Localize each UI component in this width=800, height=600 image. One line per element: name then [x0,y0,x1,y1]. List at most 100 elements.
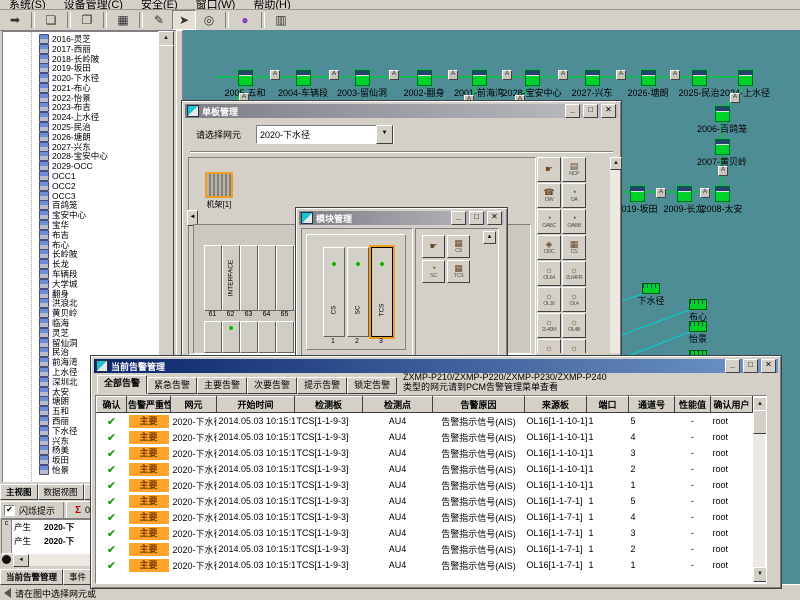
scroll-up-icon[interactable]: ▲ [610,157,622,170]
tree-item[interactable]: 宝安中心 [5,210,159,220]
tree-item[interactable]: 黄贝岭 [5,308,159,318]
new-document-icon[interactable]: ❏ [40,11,62,29]
module-palette-SC-button[interactable]: ◔SC [422,260,445,283]
tree-item[interactable]: 临海 [5,318,159,328]
alarm-row[interactable]: ✔主要2020-下水径2014.05.03 10:15:11TCS[1-1-9-… [97,413,753,430]
menu-item[interactable]: 安全(E) [132,0,187,10]
menu-item[interactable]: 帮助(H) [244,0,299,10]
ne-select-combobox[interactable]: 2020-下水径 ▼ [256,125,394,144]
column-header[interactable]: 性能值 [675,397,711,413]
tree-item[interactable]: 车辆段 [5,269,159,279]
shelf-slot[interactable] [222,321,240,353]
module-palette-pointer-button[interactable]: ☛ [422,235,445,258]
tree-item[interactable]: 宝华 [5,220,159,230]
tree-item[interactable]: 布心 [5,240,159,250]
menu-item[interactable]: 系统(S) [0,0,55,10]
bottom-tab[interactable]: 事件 [63,569,92,585]
shelf-slot[interactable] [240,245,258,311]
column-header[interactable]: 端口 [587,397,629,413]
open-icon[interactable]: ❐ [76,11,98,29]
maximize-icon[interactable]: □ [469,211,484,225]
tree-item[interactable]: 洪浪北 [5,299,159,309]
tree-item[interactable]: 长龙 [5,259,159,269]
shelf-slot[interactable] [240,321,258,353]
search-icon[interactable]: ◎ [198,11,220,29]
maximize-icon[interactable]: □ [583,104,598,118]
rack-icon[interactable] [205,172,233,198]
palette-OABC-button[interactable]: ◔OABC [537,209,561,234]
column-header[interactable]: 开始时间 [217,397,295,413]
module-slot[interactable]: CS [323,247,345,337]
palette-CS-button[interactable]: ▦CS [562,235,586,260]
column-header[interactable]: 告警严重性 [127,397,171,413]
scroll-thumb[interactable] [753,410,767,434]
module-palette-TCS-button[interactable]: ▦TCS [447,260,470,283]
alarm-row[interactable]: ✔主要2020-下水径2014.05.03 10:15:11TCS[1-1-9-… [97,429,753,445]
module-slot[interactable]: TCS [371,247,393,337]
tree-item[interactable]: 翻身 [5,289,159,299]
menu-item[interactable]: 窗口(W) [187,0,245,10]
alarm-row[interactable]: ✔主要2020-下水径2014.05.03 10:15:11TCS[1-1-9-… [97,461,753,477]
tree-item[interactable]: 2028-宝安中心 [5,152,159,162]
palette-scrollbar[interactable]: ▲ [610,157,620,353]
palette-OA-button[interactable]: ◔OA [562,183,586,208]
close-icon[interactable]: ✕ [487,211,502,225]
edit-pen-icon[interactable]: ✎ [148,11,170,29]
alarm-tab[interactable]: 主要告警 [197,377,247,394]
tree-item[interactable]: 大学城 [5,279,159,289]
column-header[interactable]: 告警原因 [433,397,525,413]
menu-item[interactable]: 设备管理(C) [55,0,132,10]
column-header[interactable]: 确认用户 [711,397,753,413]
shelf-slot[interactable] [204,245,222,311]
alarm-row[interactable]: ✔主要2020-下水径2014.05.03 10:15:11TCS[1-1-9-… [97,541,753,557]
palette-pointer-button[interactable]: ☛ [537,157,561,182]
alarm-tab[interactable]: 全部告警 [97,375,147,394]
pointer-select-icon[interactable]: ➤ [172,10,196,30]
palette-2L40M-button[interactable]: ☼2L40M [537,313,561,338]
tree-item[interactable]: 留仙洞 [5,338,159,348]
alarm-row[interactable]: ✔主要2020-下水径2014.05.03 10:15:11TCS[1-1-9-… [97,477,753,493]
shelf-slot[interactable] [204,321,222,353]
alarm-window-titlebar[interactable]: 当前告警管理 _ □ ✕ [94,359,778,373]
alarm-row[interactable]: ✔主要2020-下水径2014.05.03 10:15:11TCS[1-1-9-… [97,525,753,541]
help-ball-icon[interactable]: ● [234,11,256,29]
alarm-row[interactable]: ✔主要2020-下水径2014.05.03 10:15:11TCS[1-1-9-… [97,509,753,525]
alarm-row[interactable]: ✔主要2020-下水径2014.05.03 10:15:11TCS[1-1-9-… [97,493,753,509]
palette-2L64FB-button[interactable]: ☼2L64FB [562,261,586,286]
shelf-slot[interactable] [276,321,294,353]
scroll-up-icon[interactable]: ▲ [158,31,174,46]
column-header[interactable]: 来源板 [525,397,587,413]
shelf-slot[interactable] [258,321,276,353]
blink-checkbox[interactable]: ✔ [4,505,15,516]
minimize-icon[interactable]: _ [725,359,740,373]
tree-item[interactable]: OCC2 [5,181,159,191]
tree-item[interactable]: 长岭陂 [5,250,159,260]
event-corner-button[interactable]: c [2,520,12,553]
minimize-icon[interactable]: _ [451,211,466,225]
tree-item[interactable]: OCC3 [5,191,159,201]
save-icon[interactable]: ▦ [112,11,134,29]
view-tab[interactable]: 主视图 [0,484,38,500]
view-tab[interactable]: 数据视图 [38,484,84,500]
close-icon[interactable]: ✕ [761,359,776,373]
shelf-slot[interactable] [258,245,276,311]
tree-item[interactable]: OCC1 [5,171,159,181]
palette-OL4-button[interactable]: ☼OL4 [562,287,586,312]
column-header[interactable]: 检测板 [295,397,363,413]
column-header[interactable]: 检测点 [363,397,433,413]
palette-OL64-button[interactable]: ☼OL64 [537,261,561,286]
exit-icon[interactable]: ➡ [4,11,26,29]
palette-OEL1-button[interactable]: ☼OEL1 [562,339,586,353]
module-slot[interactable]: SC [347,247,369,337]
board-window-titlebar[interactable]: 单板管理 _ □ ✕ [185,104,618,118]
palette-OL1-button[interactable]: ☼OL1 [537,339,561,353]
alarm-tab[interactable]: 提示告警 [297,377,347,394]
alarm-row[interactable]: ✔主要2020-下水径2014.05.03 10:15:11TCS[1-1-9-… [97,557,753,573]
scroll-up-icon[interactable]: ▲ [483,231,496,244]
alarm-row[interactable]: ✔主要2020-下水径2014.05.03 10:15:11TCS[1-1-9-… [97,445,753,461]
module-palette-CS-button[interactable]: ▦CS [447,235,470,258]
palette-NCP-button[interactable]: ▤NCP [562,157,586,182]
column-header[interactable]: 确认 [97,397,127,413]
maximize-icon[interactable]: □ [743,359,758,373]
alarm-scrollbar[interactable]: ▲ ▼ [753,397,765,582]
